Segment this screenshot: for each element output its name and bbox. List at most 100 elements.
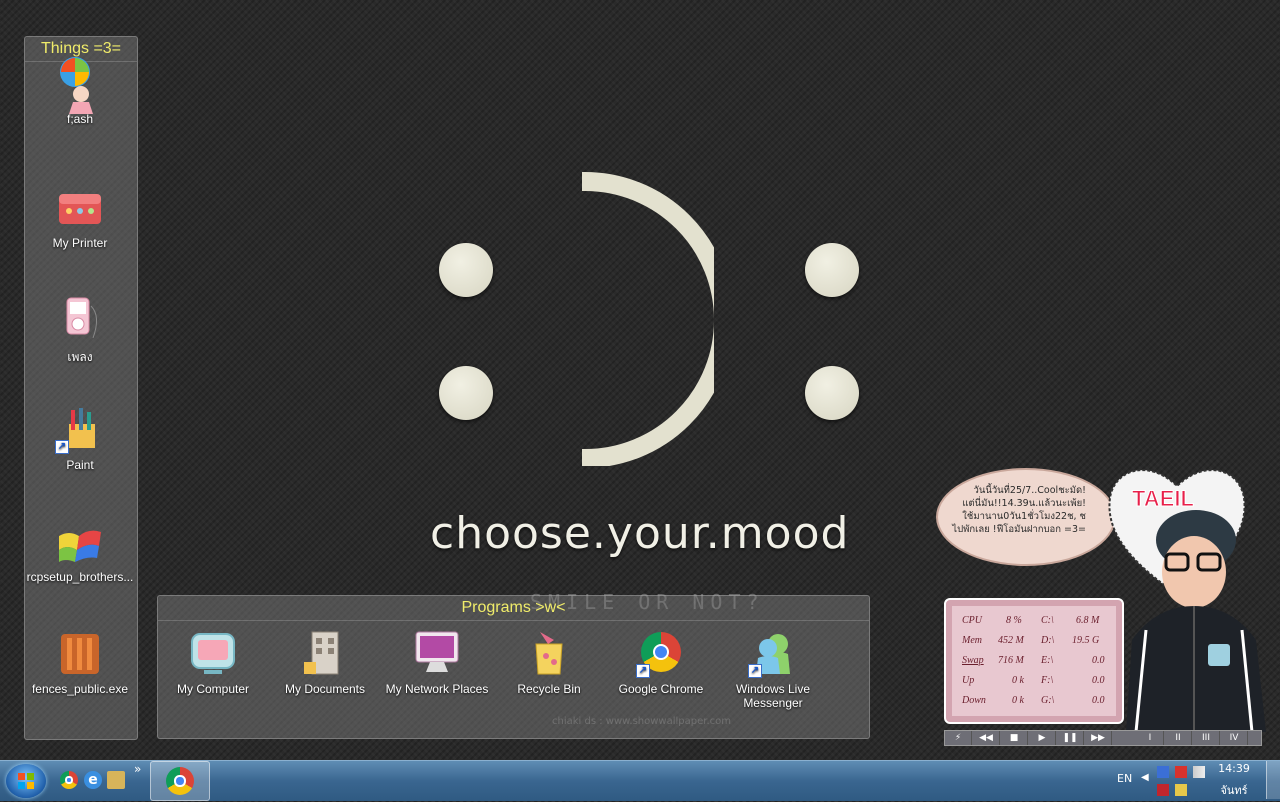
media-power-button[interactable]: ⚡ [945,731,972,745]
clock-time: 14:39 [1218,762,1250,775]
windows-flag-icon [55,518,105,566]
meter-value: 716 M [998,655,1024,666]
messenger-icon: ↗ [748,630,798,678]
quicklaunch-ie-icon[interactable]: e [84,771,102,789]
shortcut-arrow-icon: ↗ [748,664,762,678]
desktop-icon-label: Google Chrome [618,682,704,696]
meter-row-up: Up 0 k F:\ 0.0 [952,672,1116,692]
shortcut-arrow-icon: ↗ [636,664,650,678]
media-tab-2[interactable]: II [1165,731,1192,745]
media-tab-3[interactable]: III [1193,731,1220,745]
wallpaper-credit: chiaki ds : www.showwallpaper.com [552,716,731,727]
media-forward-button[interactable]: ▶▶ [1085,731,1112,745]
clock-day: จันทร์ [1220,784,1248,797]
desktop-icon-rcpsetup[interactable]: rcpsetup_brothers... [25,518,135,584]
music-player-icon [55,296,105,344]
computer-icon [188,630,238,678]
tray-network-icon[interactable] [1193,766,1205,778]
meter-row-cpu: CPU 8 % C:\ 6.8 M [952,612,1116,632]
meter-row-down: Down 0 k G:\ 0.0 [952,692,1116,712]
bubble-line: ใช้มานาน0วัน1ชั่วโมง22ช, ช [962,511,1086,522]
wallpaper-dot-left-bottom [439,366,493,420]
bubble-line: แต่นี่มัน!!14.39น.แล้วนะเพ้ย! [962,498,1086,509]
wallpaper-dot-left-top [439,243,493,297]
meter-drive-value: 19.5 G [1072,635,1100,646]
bubble-line: วันนี้วันที่25/7..Coolชะมัด! [973,485,1086,496]
language-indicator[interactable]: EN [1117,772,1132,785]
meter-drive: F:\ [1041,675,1054,686]
wallpaper-dot-right-bottom [805,366,859,420]
media-rewind-button[interactable]: ◀◀ [973,731,1000,745]
speech-bubble-text: วันนี้วันที่25/7..Coolชะมัด! แต่นี่มัน!!… [944,484,1086,536]
tray-expand-icon[interactable]: ◀ [1141,772,1149,783]
avatar-name-label: TAEIL [1132,486,1195,512]
tray-security-icon[interactable] [1157,784,1169,796]
meter-drive-value: 0.0 [1092,655,1105,666]
desktop-icon-flash[interactable]: f;ash [25,56,135,126]
desktop-icon-label: My Documents [284,682,366,696]
desktop-icon-my-documents[interactable]: My Documents [270,630,380,696]
wallpaper-smile-mouth [582,172,714,466]
meter-row-mem: Mem 452 M D:\ 19.5 G [952,632,1116,652]
meter-value: 8 % [1006,615,1022,626]
desktop-icon-label: Paint [66,458,94,472]
chrome-icon: ↗ [636,630,686,678]
meter-drive-value: 0.0 [1092,695,1105,706]
taskbar-chrome-button[interactable] [150,761,210,801]
tray-pdf-icon[interactable] [1175,766,1187,778]
desktop-icon-label: rcpsetup_brothers... [26,570,134,584]
desktop-icon-music[interactable]: เพลง [25,296,135,367]
windows-logo-icon [18,773,34,789]
bubble-line: ไปพักเลย !ฟีโอมันฝากบอก =3= [952,524,1086,535]
desktop-icon-windows-live-messenger[interactable]: ↗ Windows Live Messenger [718,630,828,710]
printer-box-icon [55,184,105,232]
media-stop-button[interactable]: ■ [1001,731,1028,745]
media-control-bar: ⚡ ◀◀ ■ ▶ ❚❚ ▶▶ I II III IV [944,730,1262,746]
start-button[interactable] [6,764,46,798]
desktop-icon-my-printer[interactable]: My Printer [25,184,135,250]
quicklaunch-folder-icon[interactable] [107,771,125,789]
tray-volume-icon[interactable] [1175,784,1187,796]
paint-icon: ↗ [55,406,105,454]
meter-drive: C:\ [1041,615,1054,626]
meter-row-swap: Swap 716 M E:\ 0.0 [952,652,1116,672]
desktop-icon-label: fences_public.exe [31,682,129,696]
meter-drive-value: 6.8 M [1076,615,1100,626]
chrome-icon [166,767,194,795]
desktop-icon-label: My Printer [52,236,108,250]
media-tab-1[interactable]: I [1137,731,1164,745]
desktop-icon-label: My Network Places [385,682,489,696]
meter-drive: G:\ [1041,695,1055,706]
fence-programs-title: Programs >w< [158,596,869,621]
system-meter-gadget: CPU 8 % C:\ 6.8 M Mem 452 M D:\ 19.5 G S… [944,598,1124,724]
meter-drive-value: 0.0 [1092,675,1105,686]
desktop-icon-paint[interactable]: ↗ Paint [25,406,135,472]
media-pause-button[interactable]: ❚❚ [1057,731,1084,745]
meter-label: Down [962,695,986,706]
fences-icon [55,630,105,678]
meter-drive: D:\ [1041,635,1055,646]
meter-label: Swap [962,655,984,666]
quicklaunch-more-button[interactable]: » [134,762,141,776]
quicklaunch-chrome-icon[interactable] [60,771,78,789]
media-tab-4[interactable]: IV [1221,731,1248,745]
desktop-icon-label: My Computer [176,682,250,696]
taskbar-clock[interactable]: 14:39 จันทร์ [1210,762,1258,799]
avatar-person-image [1126,510,1266,732]
desktop-icon-my-network-places[interactable]: My Network Places [382,630,492,696]
desktop-icon-google-chrome[interactable]: ↗ Google Chrome [606,630,716,696]
desktop-icon-fences[interactable]: fences_public.exe [25,630,135,696]
network-icon [412,630,462,678]
desktop-icon-label: Recycle Bin [517,682,581,696]
shortcut-arrow-icon: ↗ [55,440,69,454]
desktop-icon-recycle-bin[interactable]: Recycle Bin [494,630,604,696]
tray-display-icon[interactable] [1157,766,1169,778]
meter-value: 0 k [1012,695,1024,706]
desktop-icon-label: Windows Live Messenger [735,682,811,710]
desktop-icon-my-computer[interactable]: My Computer [158,630,268,696]
meter-value: 452 M [998,635,1024,646]
documents-icon [300,630,350,678]
show-desktop-button[interactable] [1266,761,1280,799]
media-play-button[interactable]: ▶ [1029,731,1056,745]
meter-value: 0 k [1012,675,1024,686]
